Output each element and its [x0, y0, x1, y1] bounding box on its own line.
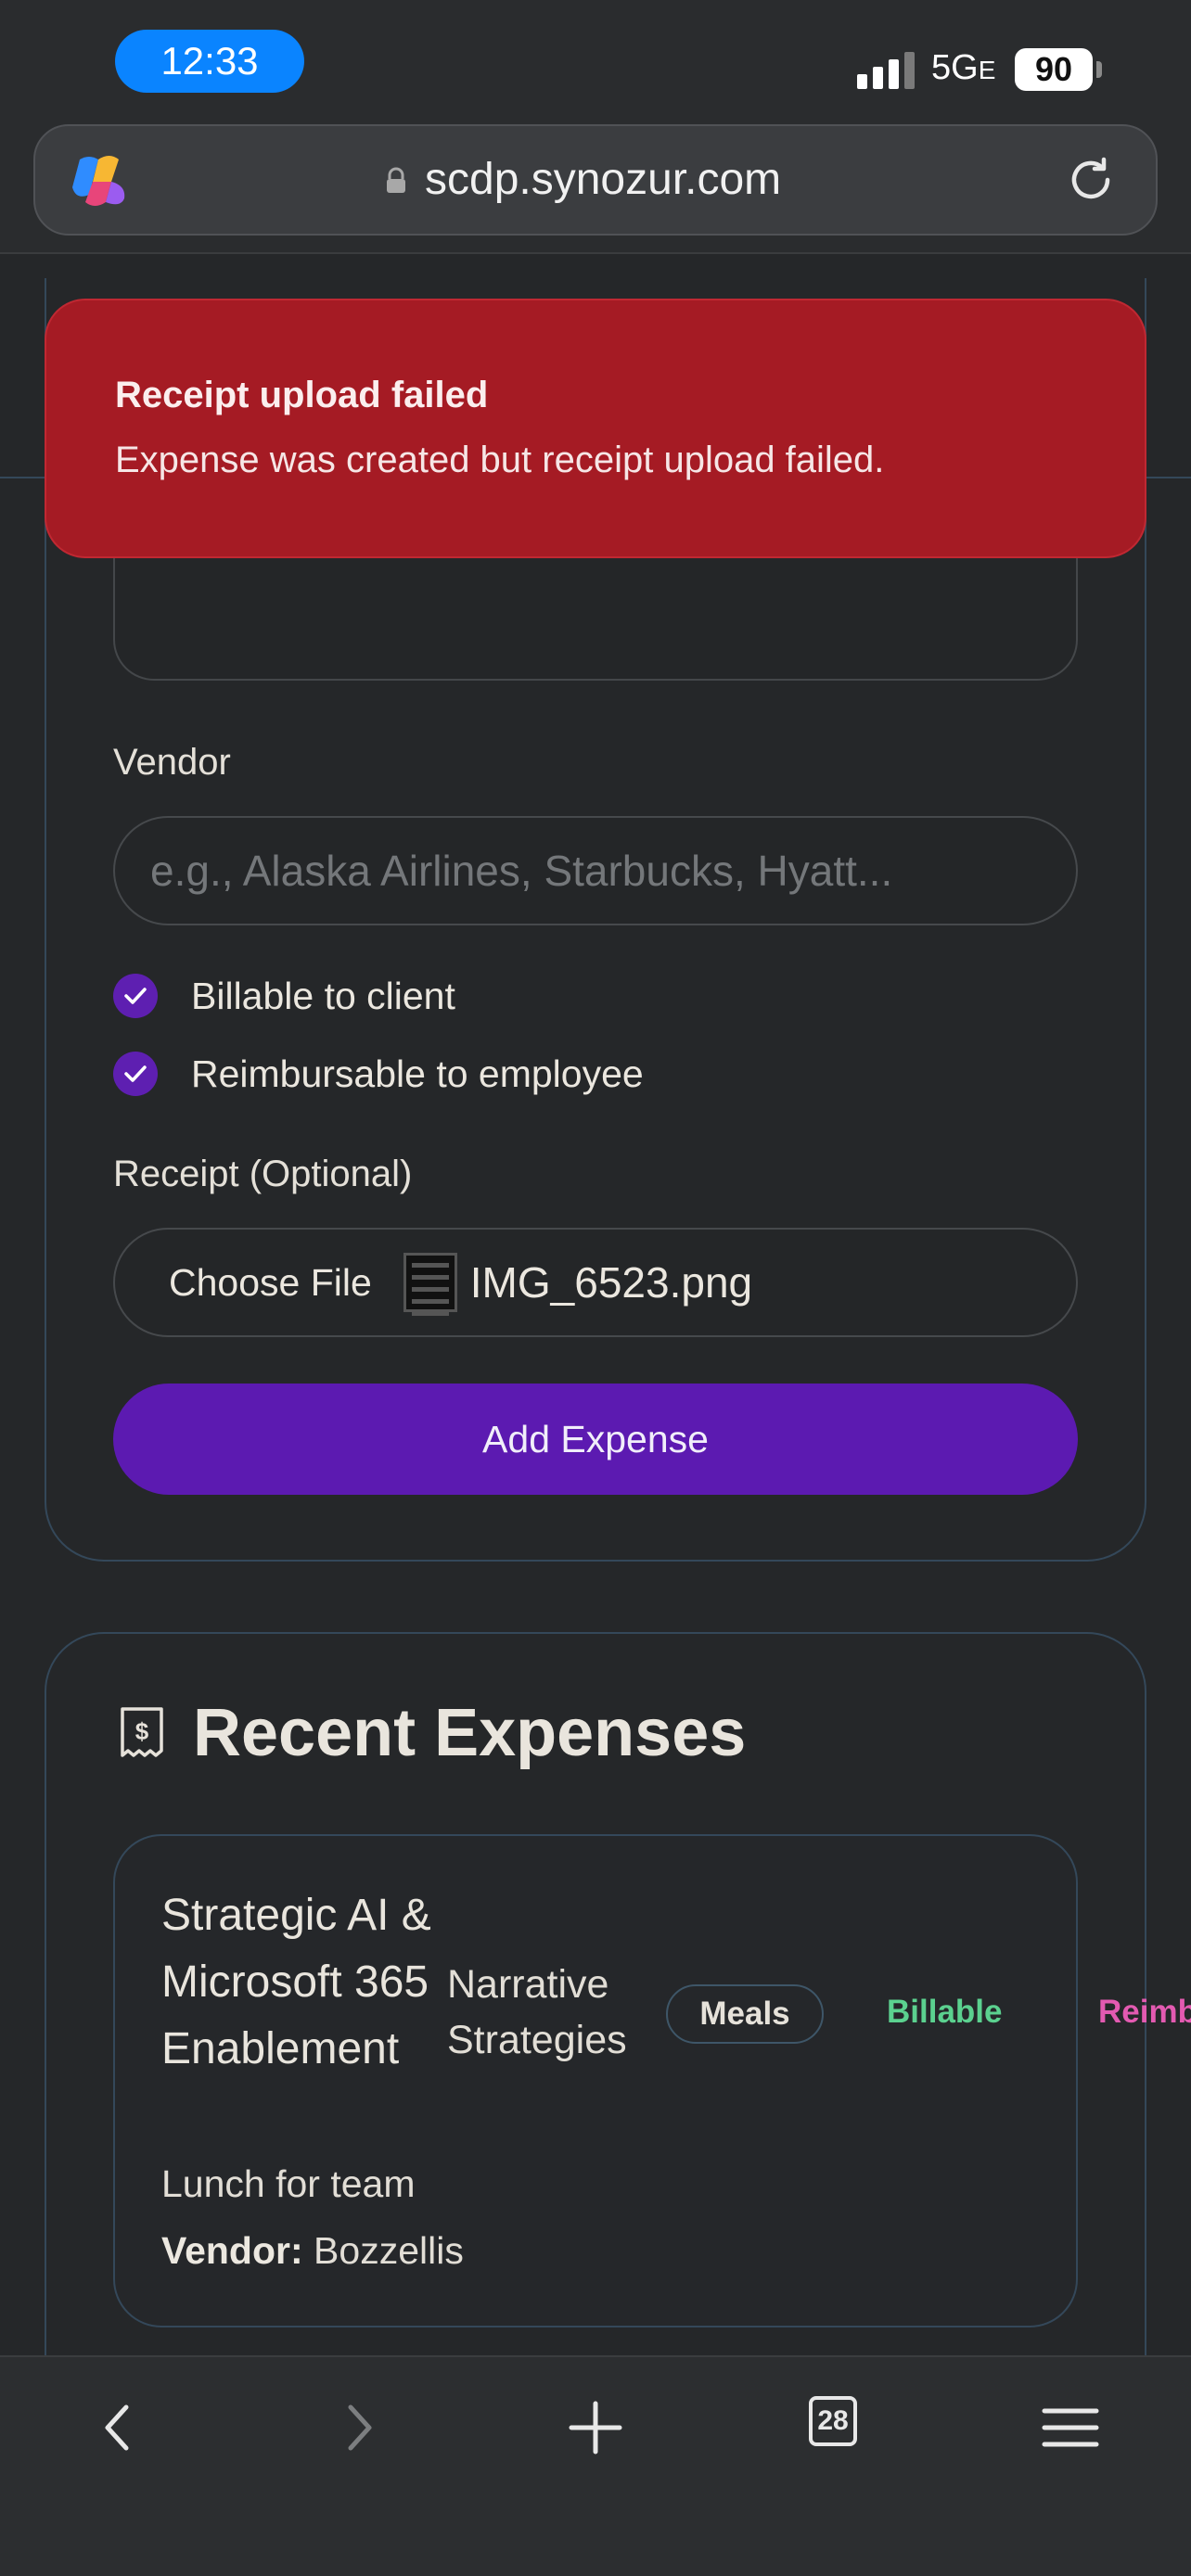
billable-checkbox-row[interactable]: Billable to client — [113, 974, 455, 1018]
url-text[interactable]: scdp.synozur.com — [425, 154, 781, 205]
tabs-button[interactable]: 28 — [809, 2396, 857, 2446]
lock-icon — [387, 167, 405, 193]
battery-tip — [1096, 61, 1102, 78]
toast-message: Expense was created but receipt upload f… — [115, 440, 885, 480]
vendor-placeholder: e.g., Alaska Airlines, Starbucks, Hyatt.… — [150, 847, 893, 895]
reimbursable-label: Reimbursable to employee — [191, 1052, 644, 1095]
forward-button[interactable] — [321, 2391, 395, 2465]
browser-toolbar — [0, 2355, 1191, 2576]
svg-text:$: $ — [135, 1717, 149, 1745]
battery-indicator: 90 — [1015, 48, 1093, 91]
checkmark-icon — [124, 1065, 147, 1082]
menu-button[interactable] — [1033, 2391, 1108, 2465]
recent-expenses-title: Recent Expenses — [193, 1696, 747, 1770]
menu-icon — [1042, 2408, 1099, 2447]
billable-label: Billable to client — [191, 974, 455, 1017]
reimbursable-checkbox-row[interactable]: Reimbursable to employee — [113, 1052, 644, 1096]
vendor-value: Bozzellis — [314, 2229, 464, 2272]
choose-file-button[interactable]: Choose File — [169, 1261, 372, 1305]
receipt-icon: $ — [121, 1707, 163, 1757]
new-tab-icon — [569, 2401, 622, 2455]
checkmark-icon — [124, 988, 147, 1004]
add-expense-button[interactable]: Add Expense — [113, 1384, 1078, 1495]
billable-checkbox[interactable] — [113, 974, 158, 1018]
vendor-input[interactable]: e.g., Alaska Airlines, Starbucks, Hyatt.… — [113, 816, 1078, 925]
status-time: 12:33 — [115, 30, 304, 93]
selected-file-name: IMG_6523.png — [469, 1258, 753, 1307]
toast-title: Receipt upload failed — [115, 375, 489, 415]
billable-badge: Billable — [887, 1994, 1003, 2030]
category-badge: Meals — [666, 1984, 824, 2044]
copilot-icon[interactable] — [67, 148, 132, 213]
vendor-label: Vendor — [113, 742, 231, 783]
receipt-label: Receipt (Optional) — [113, 1154, 413, 1194]
back-icon — [105, 2404, 129, 2451]
back-button[interactable] — [82, 2391, 156, 2465]
expense-description: Lunch for team — [161, 2162, 416, 2205]
network-indicator: 5GE — [931, 48, 996, 87]
reload-icon[interactable] — [1063, 152, 1119, 208]
reimbursable-badge: Reimbursable — [1098, 1994, 1191, 2030]
browser-chrome: 12:33 5GE 90 scdp.synozur.com — [0, 0, 1191, 254]
new-tab-button[interactable] — [558, 2391, 633, 2465]
receipt-file-input[interactable]: Choose File IMG_6523.png — [113, 1228, 1078, 1337]
expense-client: Narrative Strategies — [447, 1962, 627, 2062]
signal-icon — [857, 52, 915, 89]
file-thumbnail — [403, 1253, 457, 1316]
expense-vendor: Vendor: Bozzellis — [161, 2229, 464, 2273]
error-toast[interactable]: Receipt upload failed Expense was create… — [45, 299, 1146, 558]
reimbursable-checkbox[interactable] — [113, 1052, 158, 1096]
page: 12:33 5GE 90 scdp.synozur.com Vendor e.g… — [0, 0, 1191, 2576]
vendor-field-label: Vendor: — [161, 2229, 303, 2272]
expense-project: Strategic AI & Microsoft 365 Enablement — [161, 1891, 431, 2073]
forward-icon — [348, 2404, 372, 2451]
